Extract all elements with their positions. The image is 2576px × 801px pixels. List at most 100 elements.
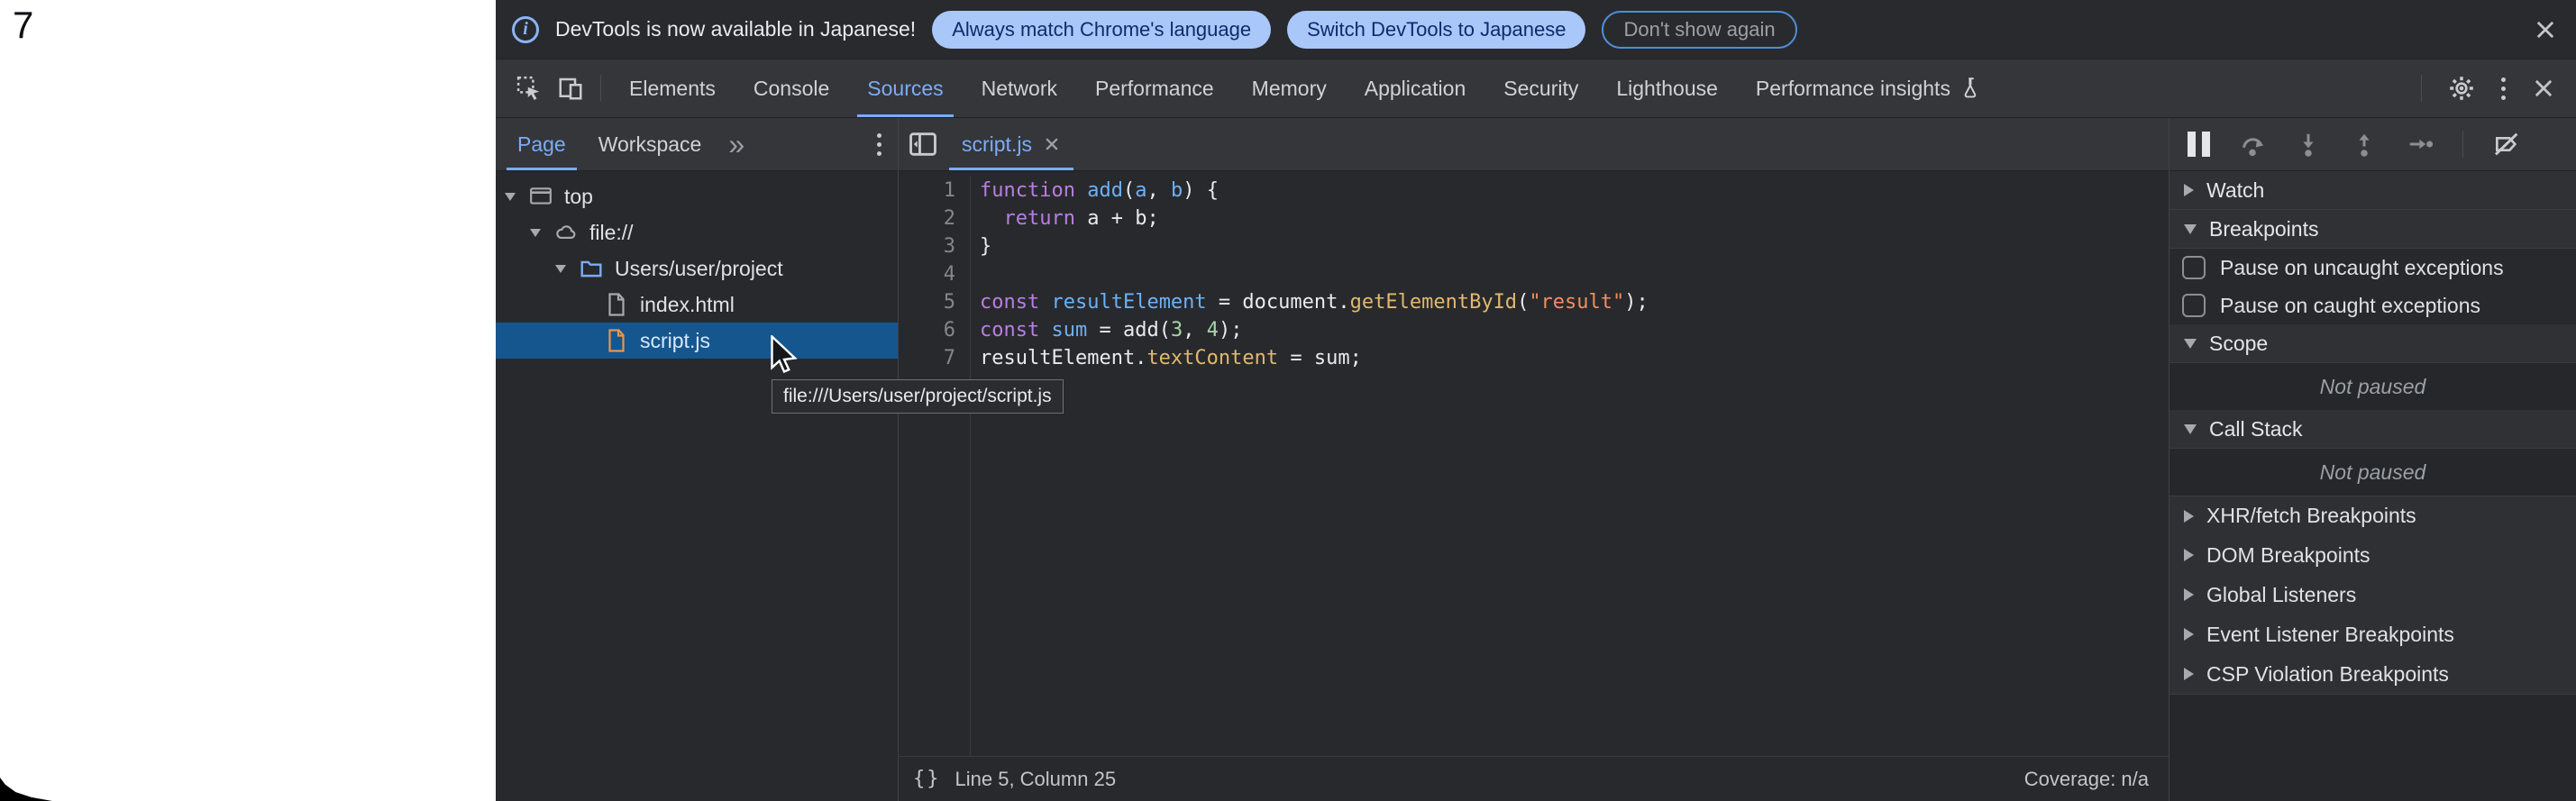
flask-icon — [1959, 77, 1983, 100]
always-match-chrome-s-language-button[interactable]: Always match Chrome's language — [932, 11, 1271, 49]
language-infobar: i DevTools is now available in Japanese!… — [496, 0, 2576, 59]
pretty-print-icon[interactable]: {} — [913, 768, 941, 790]
chevron-right-icon — [2184, 549, 2194, 561]
section-header-call-stack[interactable]: Call Stack — [2170, 410, 2576, 449]
pause-script-button[interactable] — [2188, 132, 2210, 157]
toolbar-divider — [2421, 75, 2422, 102]
expand-arrow-icon — [505, 193, 525, 201]
line-number: 3 — [899, 232, 955, 260]
hide-navigator-button[interactable] — [908, 129, 938, 159]
tab-label: Page — [517, 132, 566, 157]
tree-item-index-html[interactable]: index.html — [496, 287, 898, 323]
tab-application[interactable]: Application — [1346, 59, 1485, 117]
empty-state: Not paused — [2170, 363, 2576, 410]
coverage-text: Coverage: n/a — [2024, 768, 2149, 791]
chevron-down-icon — [2184, 224, 2197, 234]
checkbox-row-pause-on-uncaught-exceptions[interactable]: Pause on uncaught exceptions — [2170, 249, 2576, 287]
tree-item-users-user-project[interactable]: Users/user/project — [496, 250, 898, 287]
tab-network[interactable]: Network — [963, 59, 1076, 117]
tab-label: Console — [754, 77, 829, 101]
settings-button[interactable] — [2447, 74, 2476, 103]
section-label: Scope — [2209, 332, 2268, 356]
infobar-close-button[interactable] — [2533, 17, 2558, 42]
tab-performance[interactable]: Performance — [1076, 59, 1233, 117]
tab-console[interactable]: Console — [735, 59, 848, 117]
tree-item-label: Users/user/project — [615, 257, 783, 281]
panel-collapse-icon — [908, 129, 938, 159]
main-toolbar: Elements Console Sources Network Performance… — [496, 59, 2576, 118]
line-number: 1 — [899, 177, 955, 205]
tab-label: Memory — [1252, 77, 1327, 101]
step-over-button[interactable] — [2239, 131, 2266, 158]
chevron-down-icon — [2184, 339, 2197, 349]
tab-label: Workspace — [598, 132, 702, 157]
don-t-show-again-button[interactable]: Don't show again — [1602, 11, 1796, 49]
file-js-icon — [602, 327, 631, 354]
section-header-breakpoints[interactable]: Breakpoints — [2170, 210, 2576, 249]
inspect-icon — [516, 75, 543, 102]
tab-sources[interactable]: Sources — [848, 59, 962, 117]
infobar-message: DevTools is now available in Japanese! — [555, 17, 916, 41]
step-into-button[interactable] — [2295, 131, 2322, 158]
tab-performance-insights[interactable]: Performance insights — [1737, 59, 2002, 117]
chevron-right-icon — [2184, 668, 2194, 680]
tab-lighthouse[interactable]: Lighthouse — [1597, 59, 1737, 117]
section-header-global-listeners[interactable]: Global Listeners — [2170, 575, 2576, 614]
tree-item-script-js[interactable]: script.js — [496, 323, 898, 359]
tree-item-label: index.html — [640, 293, 735, 317]
editor-tab-script-js[interactable]: script.js — [947, 118, 1075, 170]
toolbar-divider — [600, 75, 601, 102]
section-header-csp-violation-breakpoints[interactable]: CSP Violation Breakpoints — [2170, 654, 2576, 694]
section-header-watch[interactable]: Watch — [2170, 171, 2576, 210]
expand-arrow-icon — [555, 265, 575, 273]
section-header-dom-breakpoints[interactable]: DOM Breakpoints — [2170, 535, 2576, 575]
tab-security[interactable]: Security — [1484, 59, 1597, 117]
sidebar-filler — [2170, 694, 2576, 801]
page-result-text: 7 — [13, 4, 33, 47]
section-header-xhr-fetch-breakpoints[interactable]: XHR/fetch Breakpoints — [2170, 496, 2576, 535]
checkbox-icon[interactable] — [2182, 294, 2206, 317]
navigator-tab-page[interactable]: Page — [501, 118, 582, 170]
cloud-icon — [552, 219, 580, 246]
tab-label: Sources — [867, 77, 943, 101]
inspect-element-button[interactable] — [508, 59, 550, 117]
step-out-button[interactable] — [2351, 131, 2378, 158]
tab-label: Application — [1365, 77, 1466, 101]
debugger-toolbar — [2170, 118, 2576, 171]
line-number: 7 — [899, 344, 955, 372]
step-button[interactable] — [2407, 131, 2434, 158]
tree-item-top[interactable]: top — [496, 178, 898, 214]
tab-label: Performance — [1095, 77, 1214, 101]
gear-icon — [2447, 74, 2476, 103]
tab-memory[interactable]: Memory — [1233, 59, 1346, 117]
more-tabs-icon[interactable]: » — [717, 128, 755, 161]
line-number: 4 — [899, 260, 955, 288]
close-tab-icon[interactable] — [1043, 135, 1061, 153]
close-devtools-button[interactable] — [2531, 76, 2556, 101]
section-label: Breakpoints — [2209, 217, 2318, 241]
tab-elements[interactable]: Elements — [610, 59, 735, 117]
checkbox-icon[interactable] — [2182, 256, 2206, 279]
checkbox-row-pause-on-caught-exceptions[interactable]: Pause on caught exceptions — [2170, 287, 2576, 324]
close-icon — [2533, 17, 2558, 42]
device-toolbar-button[interactable] — [550, 59, 591, 117]
editor-pane: script.js 1234567 function add(a, b) { r… — [899, 118, 2169, 801]
navigator-tab-workspace[interactable]: Workspace — [582, 118, 718, 170]
section-label: Global Listeners — [2206, 583, 2356, 607]
deactivate-breakpoints-button[interactable] — [2492, 130, 2521, 159]
section-header-event-listener-breakpoints[interactable]: Event Listener Breakpoints — [2170, 614, 2576, 654]
file-path-tooltip: file:///Users/user/project/script.js — [772, 379, 1064, 414]
navigator-more-options-button[interactable] — [877, 133, 882, 156]
infobar-buttons: Always match Chrome's language Switch Dev… — [932, 11, 1796, 49]
section-header-scope[interactable]: Scope — [2170, 324, 2576, 363]
code-editor[interactable]: 1234567 function add(a, b) { return a + … — [899, 171, 2169, 756]
code-line: resultElement.textContent = sum; — [980, 344, 2169, 372]
code-line: } — [980, 232, 2169, 260]
switch-devtools-to-japanese-button[interactable]: Switch DevTools to Japanese — [1287, 11, 1585, 49]
chevron-right-icon — [2184, 510, 2194, 523]
tree-item-file[interactable]: file:// — [496, 214, 898, 250]
more-options-button[interactable] — [2501, 77, 2506, 100]
section-label: CSP Violation Breakpoints — [2206, 662, 2449, 687]
section-label: Call Stack — [2209, 417, 2303, 441]
line-number: 6 — [899, 316, 955, 344]
